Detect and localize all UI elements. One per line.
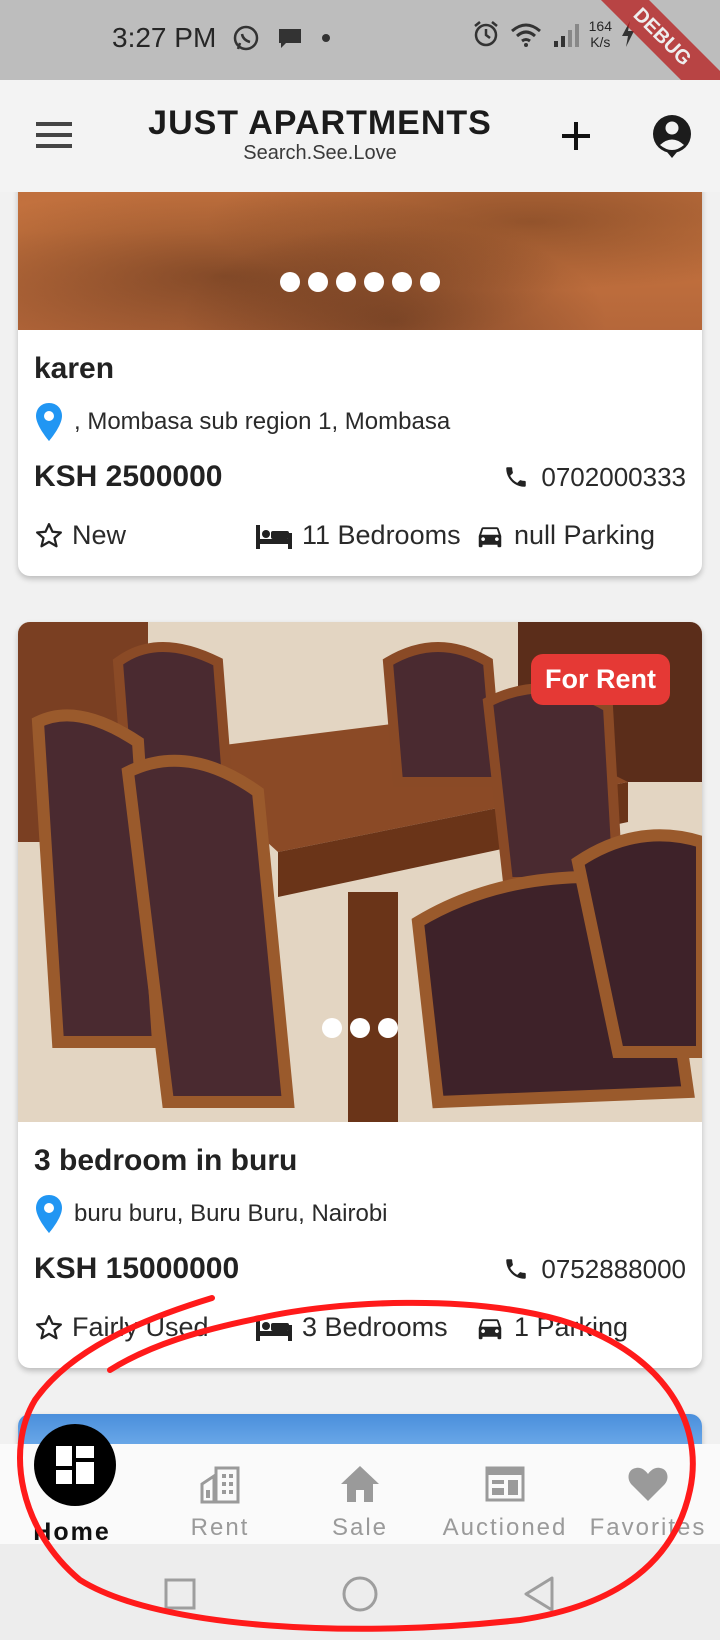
listing-image[interactable]: For Rent — [18, 622, 702, 1122]
system-navigation-bar — [0, 1544, 720, 1640]
status-notification-icons — [232, 24, 332, 52]
whatsapp-icon — [233, 25, 259, 51]
listing-card[interactable]: For Rent 3 bedroom in buru buru buru, Bu… — [18, 622, 702, 1368]
listing-phone[interactable]: 0702000333 — [503, 462, 686, 493]
account-icon[interactable] — [650, 112, 694, 160]
dot-icon — [322, 34, 330, 42]
bed-icon — [256, 1316, 292, 1341]
feature-parking: 1 Parking — [474, 1312, 628, 1343]
nav-label: Favorites — [589, 1514, 707, 1541]
signal-icon — [553, 24, 579, 47]
building-icon — [200, 1466, 240, 1504]
condition-text: New — [72, 520, 127, 550]
star-outline-icon — [36, 522, 62, 547]
image-carousel-dots — [18, 1018, 702, 1038]
location-pin-icon — [36, 403, 62, 441]
carousel-dot[interactable] — [336, 272, 356, 292]
image-carousel-dots — [18, 272, 702, 292]
wifi-icon — [510, 23, 541, 47]
nav-item-rent[interactable]: Rent — [150, 1444, 290, 1544]
listing-card[interactable]: karen , Mombasa sub region 1, Mombasa KS… — [18, 150, 702, 576]
nav-item-home[interactable]: Home — [2, 1424, 142, 1546]
nav-label: Auctioned — [442, 1514, 568, 1541]
dashboard-icon — [56, 1446, 94, 1484]
feature-bedrooms: 3 Bedrooms — [254, 1312, 474, 1343]
listing-location: buru buru, Buru Buru, Nairobi — [34, 1194, 686, 1234]
phone-icon — [506, 467, 527, 487]
carousel-dot[interactable] — [308, 272, 328, 292]
listing-title: karen — [34, 352, 115, 385]
carousel-dot[interactable] — [392, 272, 412, 292]
listing-price: KSH 2500000 — [34, 460, 223, 493]
feature-condition: Fairly Used — [34, 1312, 254, 1343]
parking-text: 1 Parking — [514, 1312, 629, 1342]
car-icon — [478, 1318, 502, 1339]
listing-features: New 11 Bedrooms null Parking — [34, 520, 686, 551]
nav-item-sale[interactable]: Sale — [290, 1444, 430, 1544]
status-system-icons: 164 K/s — [471, 18, 636, 50]
network-speed-unit: K/s — [590, 34, 611, 50]
status-time: 3:27 PM — [112, 22, 217, 53]
carousel-dot[interactable] — [322, 1018, 342, 1038]
nav-item-favorites[interactable]: Favorites — [578, 1444, 718, 1544]
parking-text: null Parking — [514, 520, 656, 550]
carousel-dot[interactable] — [350, 1018, 370, 1038]
auction-icon — [485, 1466, 525, 1502]
network-speed: 164 K/s — [589, 18, 612, 50]
app-bar: JUST APARTMENTS Search.See.Love — [0, 80, 720, 192]
location-text: , Mombasa sub region 1, Mombasa — [74, 408, 451, 435]
home-active-circle — [34, 1424, 116, 1506]
back-icon[interactable] — [520, 1574, 560, 1614]
carousel-dot[interactable] — [378, 1018, 398, 1038]
home-button-icon[interactable] — [340, 1574, 380, 1614]
message-icon — [279, 29, 301, 48]
listing-features: Fairly Used 3 Bedrooms 1 Parking — [34, 1312, 686, 1343]
add-icon[interactable] — [556, 116, 596, 156]
listing-location: , Mombasa sub region 1, Mombasa — [34, 402, 686, 442]
feature-bedrooms: 11 Bedrooms — [254, 520, 474, 551]
listing-title: 3 bedroom in buru — [34, 1144, 298, 1177]
listing-type-badge: For Rent — [531, 654, 670, 705]
condition-text: Fairly Used — [72, 1312, 209, 1342]
nav-item-auctioned[interactable]: Auctioned — [435, 1444, 575, 1544]
star-outline-icon — [36, 1314, 62, 1339]
carousel-dot[interactable] — [280, 272, 300, 292]
status-bar: 3:27 PM 164 K/s DEBUG — [0, 0, 720, 120]
bed-icon — [256, 524, 292, 549]
app-subtitle: Search.See.Love — [243, 142, 397, 164]
bottom-navigation: Home Rent Sale Auctioned Favorites — [0, 1424, 720, 1546]
nav-label: Rent — [190, 1514, 250, 1541]
network-speed-value: 164 — [588, 18, 612, 34]
location-text: buru buru, Buru Buru, Nairobi — [74, 1200, 388, 1227]
listing-price: KSH 15000000 — [34, 1252, 240, 1285]
listing-phone[interactable]: 0752888000 — [503, 1254, 686, 1285]
carousel-dot[interactable] — [420, 272, 440, 292]
house-icon — [341, 1466, 379, 1502]
bedrooms-text: 3 Bedrooms — [302, 1312, 448, 1342]
carousel-dot[interactable] — [364, 272, 384, 292]
phone-number: 0702000333 — [541, 461, 686, 492]
nav-label: Sale — [331, 1514, 389, 1541]
phone-icon — [506, 1259, 527, 1279]
app-title: JUST APARTMENTS — [148, 104, 492, 142]
heart-icon — [628, 1467, 668, 1501]
feature-condition: New — [34, 520, 254, 551]
location-pin-icon — [36, 1195, 62, 1233]
bedrooms-text: 11 Bedrooms — [302, 520, 461, 550]
phone-number: 0752888000 — [541, 1253, 686, 1284]
feature-parking: null Parking — [474, 520, 655, 551]
car-icon — [478, 526, 502, 547]
nav-label: Home — [33, 1518, 111, 1546]
recent-apps-icon[interactable] — [160, 1574, 200, 1614]
alarm-icon — [473, 21, 498, 47]
